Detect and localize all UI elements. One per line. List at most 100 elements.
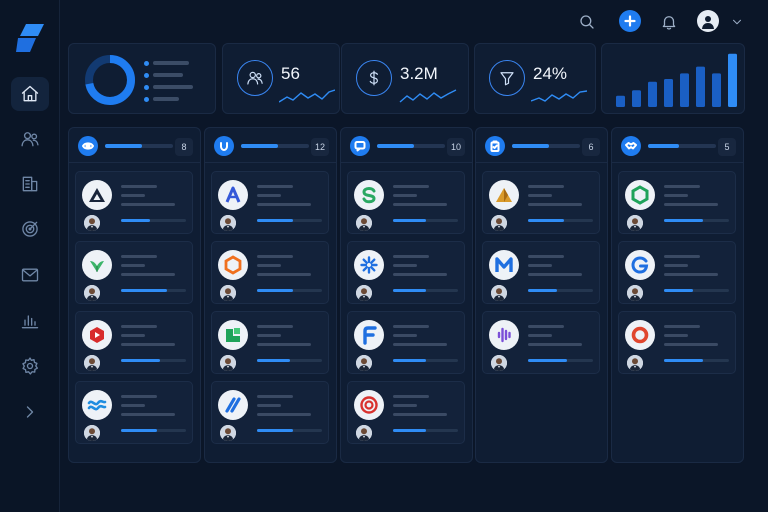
column-icon[interactable] xyxy=(78,136,98,156)
sidebar-item-contacts[interactable] xyxy=(11,122,49,156)
chevron-down-icon xyxy=(733,19,741,25)
deal-card[interactable] xyxy=(347,171,465,234)
placeholder-text-line xyxy=(664,273,718,276)
placeholder-text-line xyxy=(257,334,281,337)
owner-avatar[interactable] xyxy=(491,285,507,301)
owner-avatar[interactable] xyxy=(356,425,372,441)
owner-avatar[interactable] xyxy=(491,215,507,231)
bars-logo xyxy=(497,327,511,343)
column-divider xyxy=(476,162,607,163)
sidebar-item-mail[interactable] xyxy=(11,258,49,292)
company-logo xyxy=(218,390,248,420)
sidebar-item-companies[interactable] xyxy=(11,167,49,201)
deal-card[interactable] xyxy=(211,171,329,234)
deal-card[interactable] xyxy=(347,311,465,374)
placeholder-text-line xyxy=(393,264,417,267)
deal-card[interactable] xyxy=(482,241,600,304)
legend-line xyxy=(153,97,179,101)
owner-avatar[interactable] xyxy=(84,355,100,371)
user-menu-dropdown[interactable] xyxy=(725,10,749,34)
placeholder-text-line xyxy=(257,255,293,258)
sidebar-item-reports[interactable] xyxy=(11,304,49,338)
deal-progress-fill xyxy=(664,219,703,222)
green-block-logo xyxy=(226,328,240,342)
pipeline-column: 6 xyxy=(475,127,608,463)
deal-card[interactable] xyxy=(211,241,329,304)
owner-avatar[interactable] xyxy=(627,215,643,231)
deal-progress-fill xyxy=(121,289,167,292)
owner-avatar[interactable] xyxy=(220,215,236,231)
deal-card[interactable] xyxy=(618,241,736,304)
sidebar-item-settings[interactable] xyxy=(11,349,49,383)
sidebar-item-goals[interactable] xyxy=(11,212,49,246)
deal-card[interactable] xyxy=(211,311,329,374)
user-avatar-icon xyxy=(702,16,714,29)
pipeline-column: 12 xyxy=(204,127,337,463)
sparkline xyxy=(279,89,335,103)
sidebar-item-home[interactable] xyxy=(11,77,49,111)
owner-avatar[interactable] xyxy=(220,285,236,301)
owner-avatar[interactable] xyxy=(84,425,100,441)
sidebar-expand-button[interactable] xyxy=(11,395,49,429)
placeholder-text-line xyxy=(528,264,552,267)
deal-card[interactable] xyxy=(75,241,193,304)
owner-avatar[interactable] xyxy=(356,285,372,301)
stat-conversion[interactable]: 24% xyxy=(474,43,596,114)
brand-logo[interactable] xyxy=(16,22,46,54)
column-icon[interactable] xyxy=(350,136,370,156)
pipeline-column: 5 xyxy=(611,127,744,463)
deal-progress-fill xyxy=(393,429,426,432)
company-logo xyxy=(354,320,384,350)
search-button[interactable] xyxy=(575,10,599,34)
owner-avatar[interactable] xyxy=(220,425,236,441)
placeholder-text-line xyxy=(393,413,447,416)
legend-dot xyxy=(144,73,149,78)
person-avatar-icon xyxy=(84,355,100,371)
column-icon[interactable] xyxy=(485,136,505,156)
person-avatar-icon xyxy=(356,215,372,231)
owner-avatar[interactable] xyxy=(491,355,507,371)
deal-progress xyxy=(528,289,593,292)
deal-card[interactable] xyxy=(618,171,736,234)
deal-card[interactable] xyxy=(618,311,736,374)
column-icon[interactable] xyxy=(214,136,234,156)
deal-card[interactable] xyxy=(75,381,193,444)
deal-card[interactable] xyxy=(347,381,465,444)
placeholder-text-line xyxy=(257,404,281,407)
placeholder-text-line xyxy=(528,203,582,206)
user-avatar[interactable] xyxy=(697,10,719,32)
deal-progress xyxy=(393,289,458,292)
placeholder-text-line xyxy=(121,325,157,328)
stat-revenue[interactable]: 3.2M xyxy=(341,43,469,114)
owner-avatar[interactable] xyxy=(220,355,236,371)
deal-card[interactable] xyxy=(211,381,329,444)
deal-progress-fill xyxy=(257,289,293,292)
notifications-button[interactable] xyxy=(657,10,681,34)
owner-avatar[interactable] xyxy=(627,285,643,301)
placeholder-text-line xyxy=(664,264,688,267)
column-progress-fill xyxy=(648,144,679,148)
column-progress-fill xyxy=(377,144,415,148)
magnet-icon xyxy=(220,142,228,151)
company-logo xyxy=(82,250,112,280)
owner-avatar[interactable] xyxy=(84,285,100,301)
placeholder-text-line xyxy=(528,343,582,346)
deal-progress-fill xyxy=(393,289,426,292)
add-button[interactable] xyxy=(619,10,641,32)
deal-progress xyxy=(257,359,322,362)
placeholder-text-line xyxy=(257,325,293,328)
column-icon[interactable] xyxy=(621,136,641,156)
owner-avatar[interactable] xyxy=(627,355,643,371)
stat-contacts[interactable]: 56 xyxy=(222,43,340,114)
deal-card[interactable] xyxy=(482,311,600,374)
deal-card[interactable] xyxy=(482,171,600,234)
owner-avatar[interactable] xyxy=(84,215,100,231)
owner-avatar[interactable] xyxy=(356,215,372,231)
owner-avatar[interactable] xyxy=(356,355,372,371)
deal-card[interactable] xyxy=(347,241,465,304)
deal-card[interactable] xyxy=(75,171,193,234)
placeholder-text-line xyxy=(393,255,429,258)
deal-progress xyxy=(664,359,729,362)
placeholder-text-line xyxy=(257,264,281,267)
deal-card[interactable] xyxy=(75,311,193,374)
